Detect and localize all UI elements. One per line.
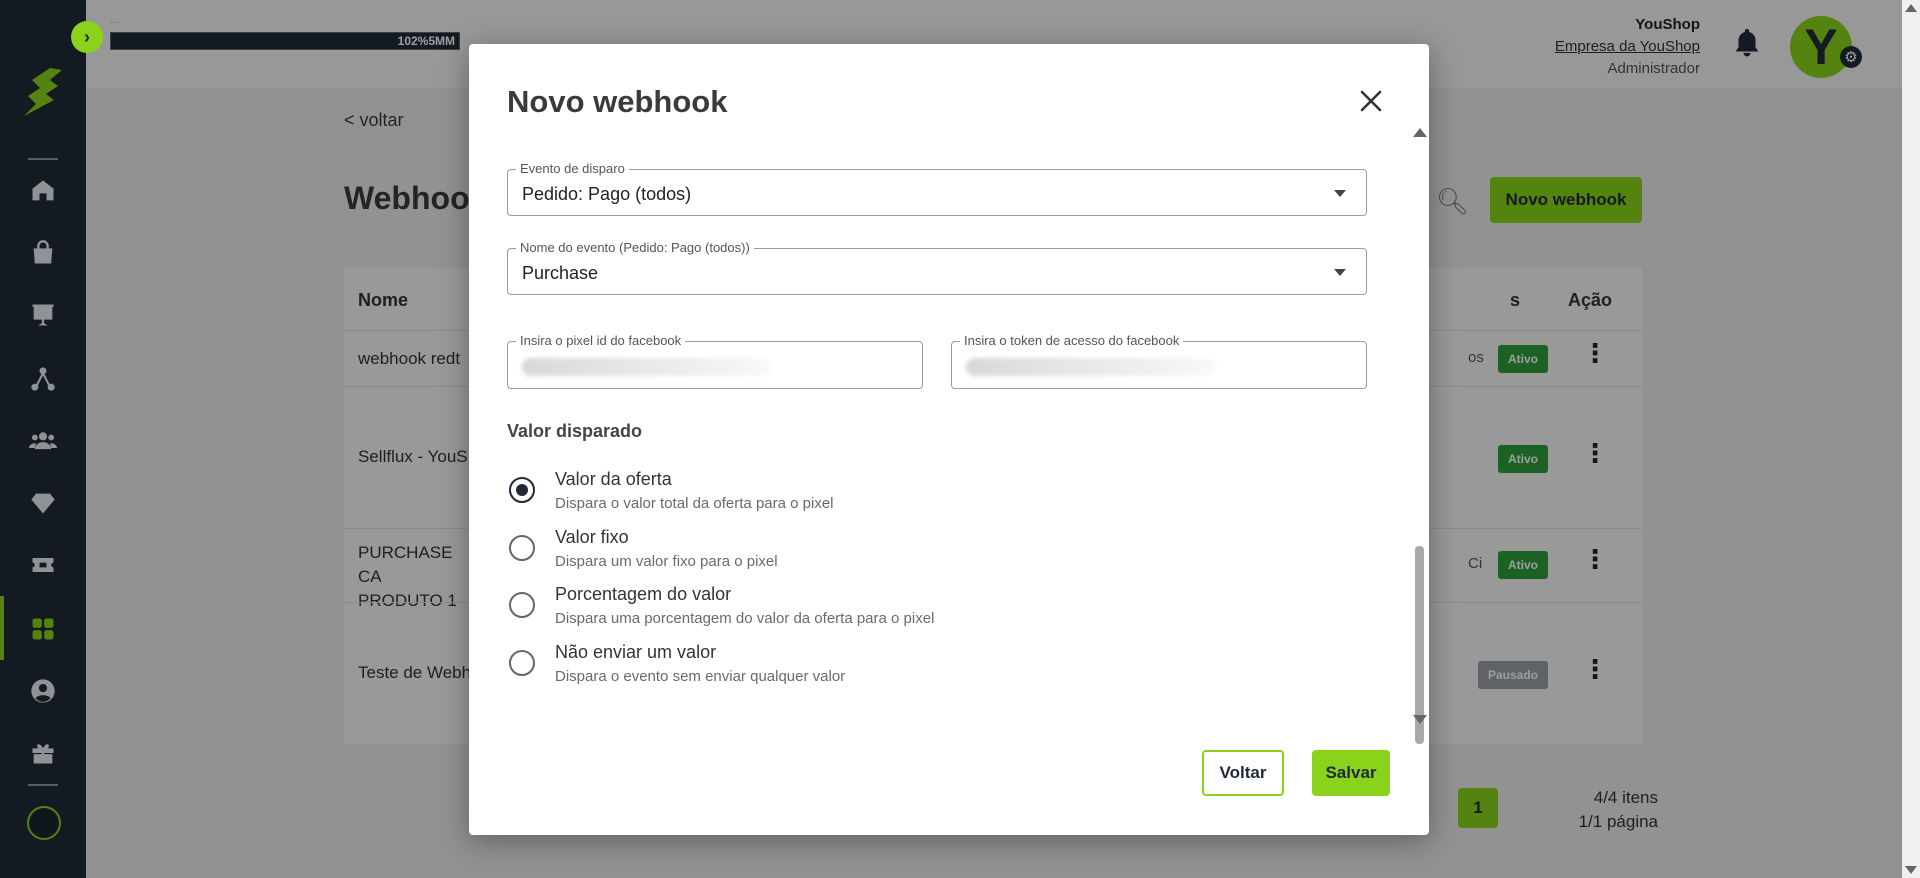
- radio-option-fixed-value[interactable]: Valor fixo Dispara um valor fixo para o …: [507, 527, 1207, 577]
- field-value: Purchase: [522, 263, 599, 283]
- radio-title: Não enviar um valor: [555, 642, 717, 662]
- field-label: Evento de disparo: [516, 161, 629, 176]
- new-webhook-modal: Novo webhook Evento de disparo Pedido: P…: [469, 44, 1429, 835]
- radio-title: Valor da oferta: [555, 469, 672, 489]
- field-label: Insira o token de acesso do facebook: [960, 333, 1184, 348]
- radio-title: Valor fixo: [555, 527, 629, 547]
- modal-scrollbar[interactable]: [1412, 128, 1427, 744]
- radio-description: Dispara o valor total da oferta para o p…: [555, 495, 834, 512]
- event-name-select[interactable]: Nome do evento (Pedido: Pago (todos)) Pu…: [507, 240, 1367, 295]
- scroll-down-icon[interactable]: [1905, 866, 1917, 874]
- scroll-up-icon[interactable]: [1413, 128, 1427, 137]
- scroll-up-icon[interactable]: [1905, 4, 1917, 12]
- radio-option-percentage[interactable]: Porcentagem do valor Dispara uma porcent…: [507, 584, 1207, 634]
- scroll-down-icon[interactable]: [1413, 715, 1427, 724]
- pixel-id-field[interactable]: Insira o pixel id do facebook: [507, 333, 923, 389]
- back-button[interactable]: Voltar: [1202, 750, 1284, 796]
- redacted-value: [966, 358, 1216, 376]
- page-scrollbar[interactable]: [1902, 0, 1920, 878]
- close-icon[interactable]: [1358, 88, 1384, 114]
- chevron-down-icon: [1334, 190, 1346, 197]
- access-token-field[interactable]: Insira o token de acesso do facebook: [951, 333, 1367, 389]
- chevron-down-icon: [1334, 269, 1346, 276]
- radio-title: Porcentagem do valor: [555, 584, 732, 604]
- radio-description: Dispara uma porcentagem do valor da ofer…: [555, 610, 935, 627]
- radio-option-no-value[interactable]: Não enviar um valor Dispara o evento sem…: [507, 642, 1207, 692]
- redacted-value: [522, 358, 772, 376]
- radio-option-offer-value[interactable]: Valor da oferta Dispara o valor total da…: [507, 469, 1207, 519]
- save-button[interactable]: Salvar: [1312, 750, 1390, 796]
- field-label: Nome do evento (Pedido: Pago (todos)): [516, 240, 754, 255]
- radio-description: Dispara o evento sem enviar qualquer val…: [555, 668, 846, 685]
- radio-button[interactable]: [509, 650, 535, 676]
- radio-button[interactable]: [509, 477, 535, 503]
- radio-description: Dispara um valor fixo para o pixel: [555, 553, 778, 570]
- modal-title: Novo webhook: [507, 84, 728, 119]
- field-label: Insira o pixel id do facebook: [516, 333, 686, 348]
- radio-button[interactable]: [509, 592, 535, 618]
- expand-sidebar-button[interactable]: ›: [71, 21, 103, 53]
- field-value: Pedido: Pago (todos): [522, 184, 692, 204]
- radio-button[interactable]: [509, 535, 535, 561]
- trigger-event-select[interactable]: Evento de disparo Pedido: Pago (todos): [507, 161, 1367, 216]
- section-label: Valor disparado: [507, 421, 643, 441]
